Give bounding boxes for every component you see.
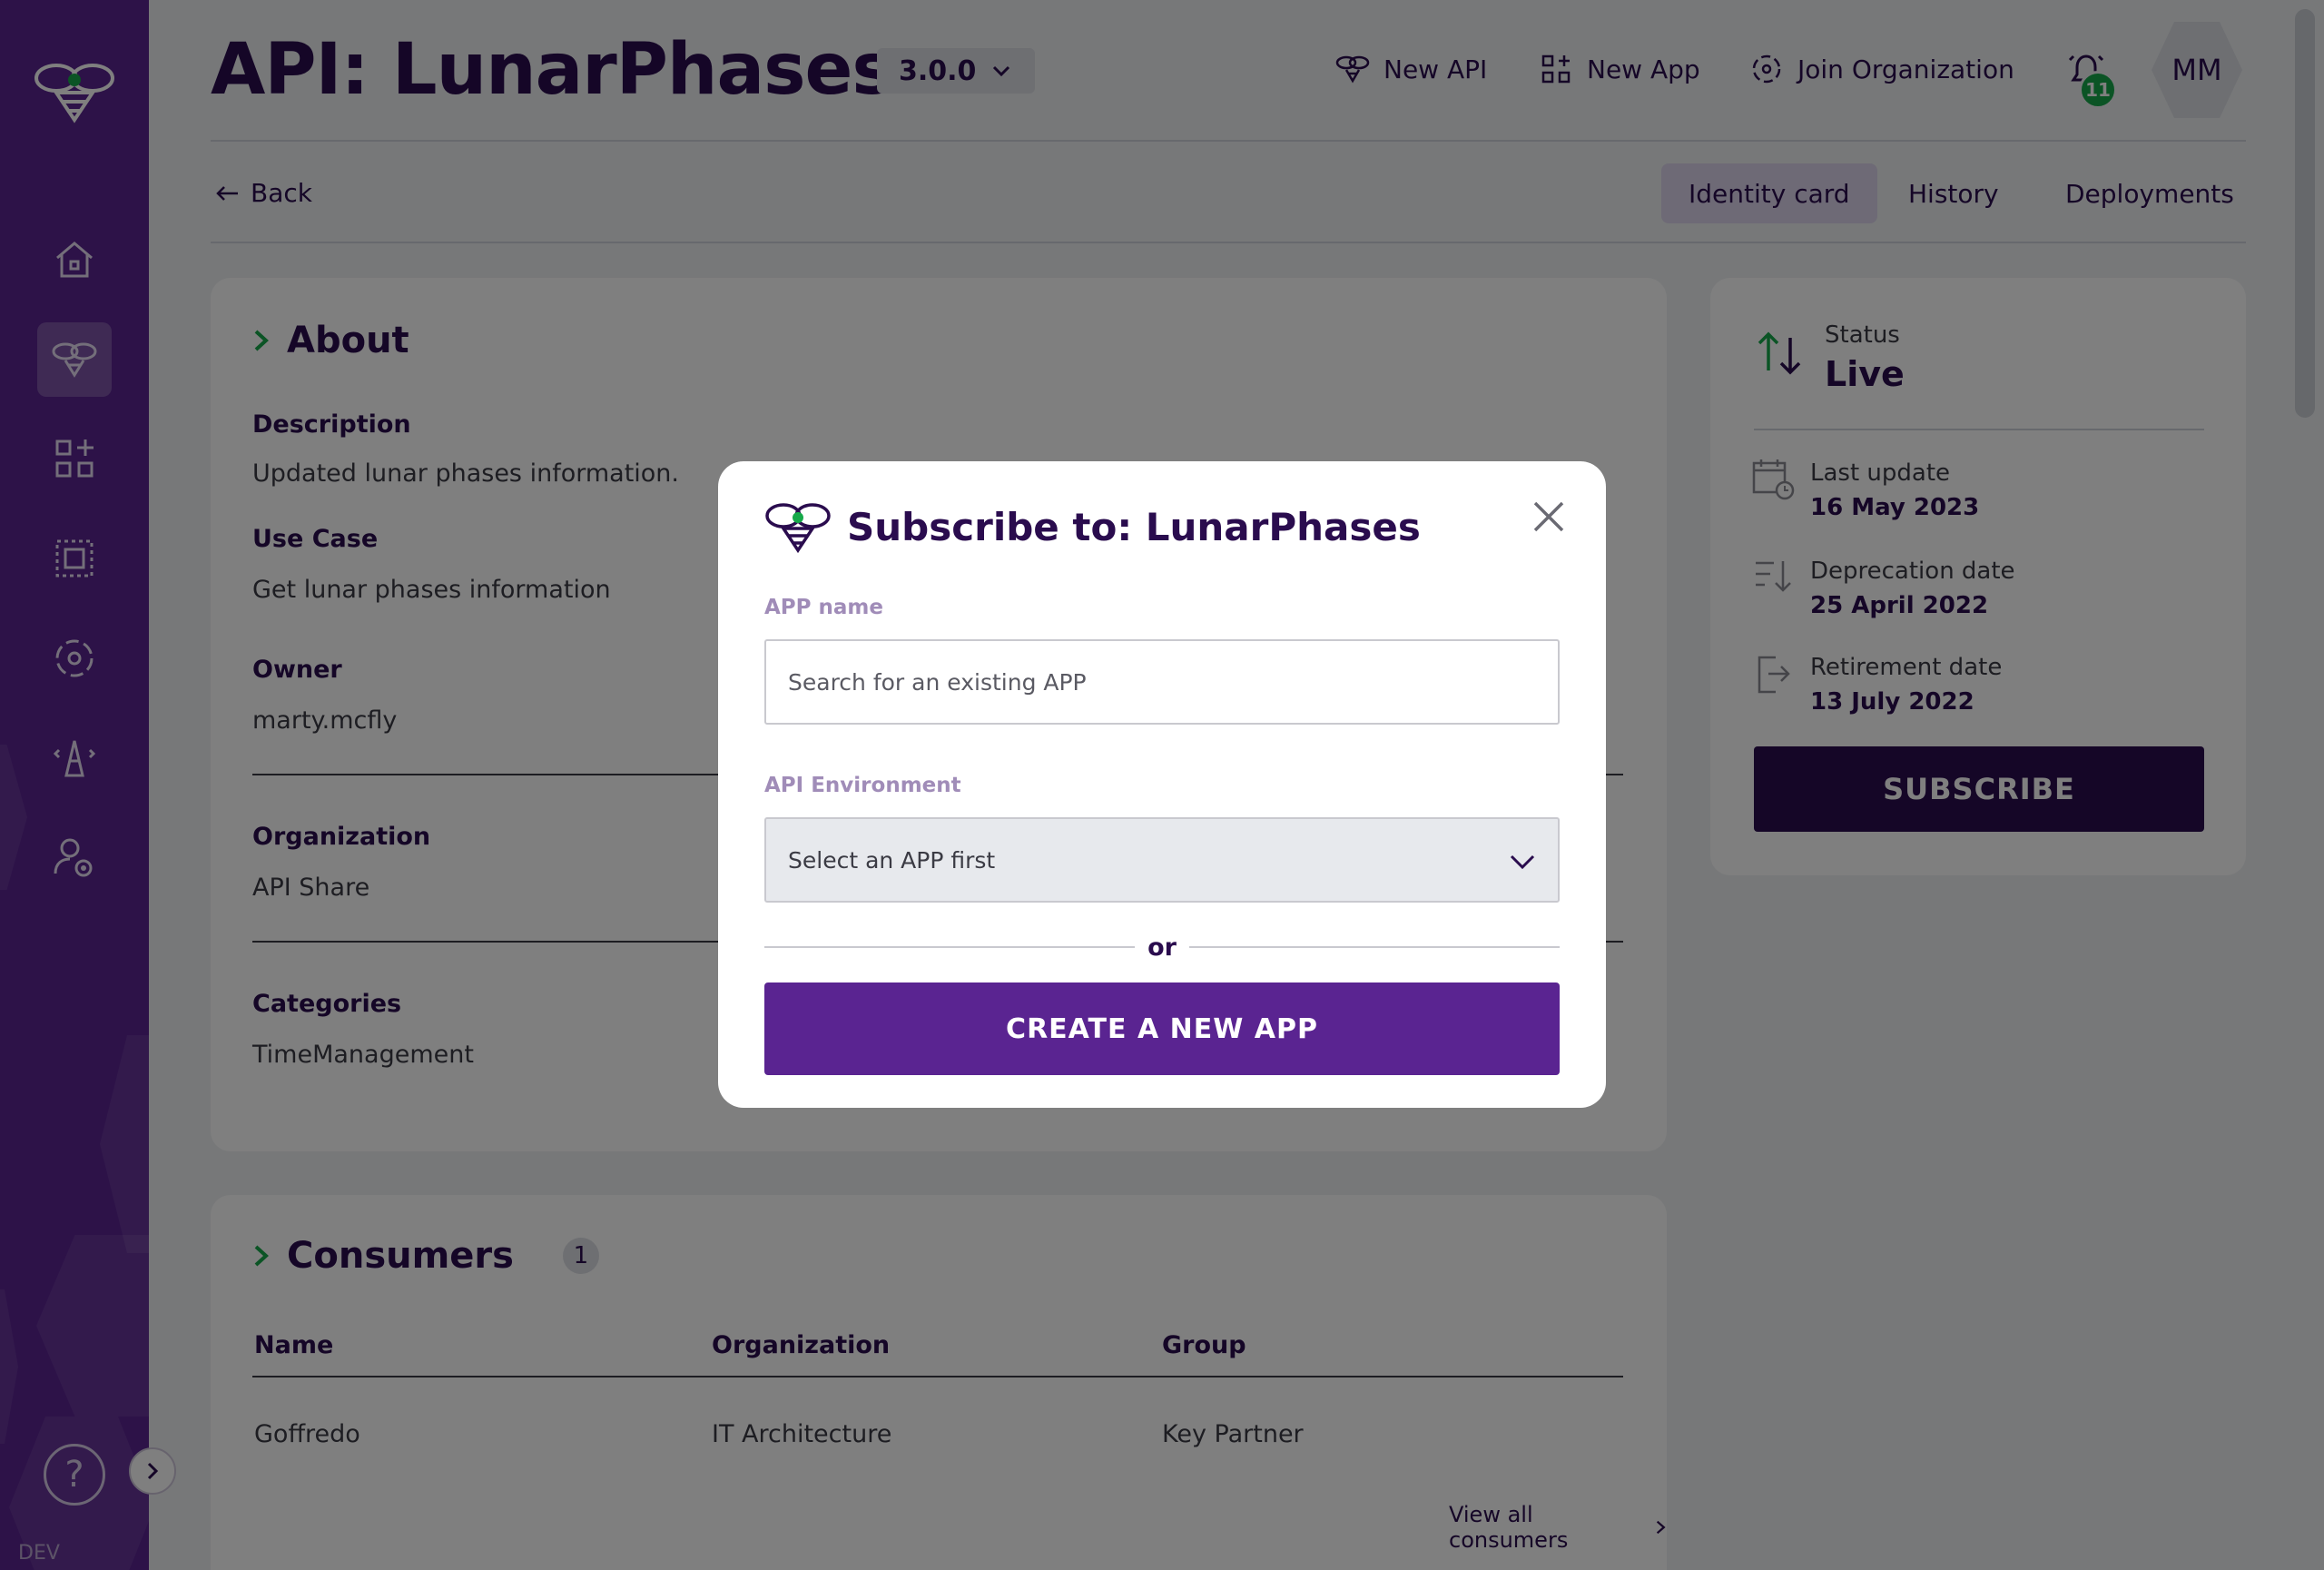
app-name-search-input[interactable]	[764, 639, 1560, 725]
close-icon[interactable]	[1528, 496, 1570, 538]
bee-logo-icon	[765, 503, 831, 554]
modal-title: Subscribe to: LunarPhases	[847, 504, 1421, 549]
create-new-app-button[interactable]: CREATE A NEW APP	[764, 982, 1560, 1075]
api-environment-select[interactable]: Select an APP first	[764, 817, 1560, 903]
subscribe-modal: Subscribe to: LunarPhases APP name API E…	[718, 461, 1606, 1108]
divider-line	[1188, 946, 1560, 948]
app-name-label: APP name	[764, 596, 883, 619]
api-environment-label: API Environment	[764, 774, 961, 797]
chevron-down-icon	[1510, 854, 1535, 870]
divider-line	[764, 946, 1136, 948]
or-divider: or	[764, 933, 1560, 962]
or-label: or	[1147, 933, 1177, 962]
api-environment-value: Select an APP first	[788, 846, 996, 874]
modal-header: Subscribe to: LunarPhases	[763, 499, 1421, 554]
